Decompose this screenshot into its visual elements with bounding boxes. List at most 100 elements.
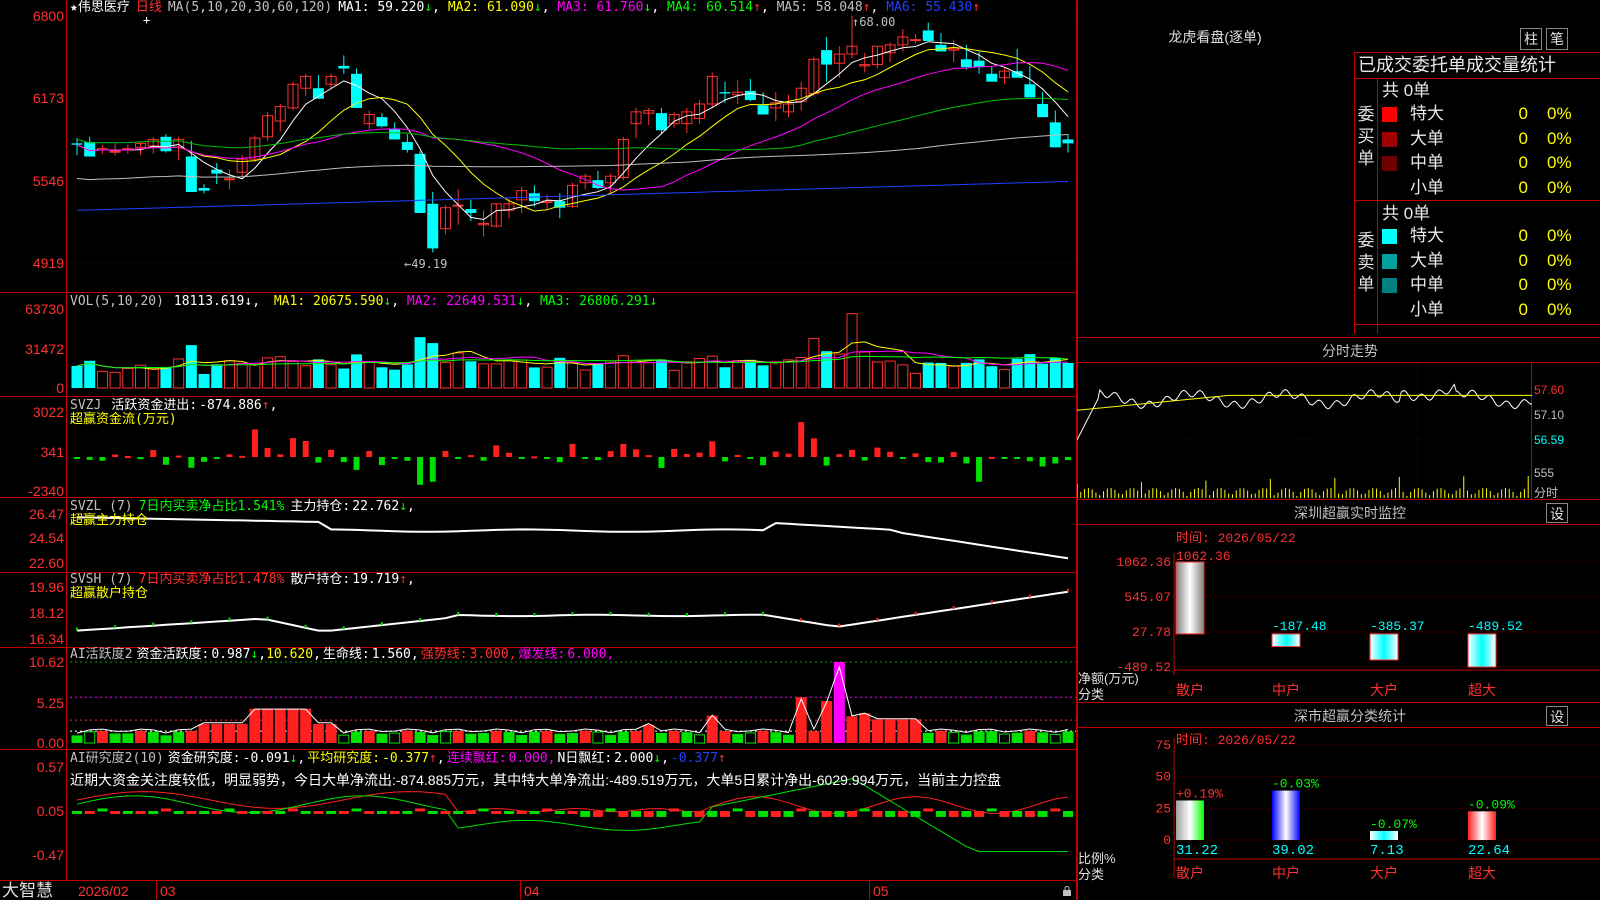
activity-bar bbox=[617, 731, 629, 743]
class-settings-button[interactable]: 设 bbox=[1546, 706, 1568, 726]
research-bar bbox=[84, 811, 95, 814]
research-bar bbox=[847, 811, 858, 817]
svzj-axis-label: 3022 bbox=[32, 404, 64, 420]
flow-bar bbox=[251, 429, 258, 457]
volume-bar bbox=[655, 359, 667, 388]
candle-body bbox=[1062, 139, 1074, 144]
sz-category: 中户 bbox=[1272, 682, 1300, 698]
flow-bar bbox=[455, 457, 462, 459]
volume-bar bbox=[592, 363, 604, 388]
sz-settings-button[interactable]: 设 bbox=[1546, 503, 1568, 523]
avg-research-label: 平均研究度: bbox=[307, 751, 381, 766]
candle-body bbox=[744, 90, 756, 101]
class-stat-title: 深市超赢分类统计 bbox=[1294, 708, 1406, 724]
activity-bar bbox=[147, 731, 159, 743]
activity-bar bbox=[821, 701, 833, 743]
flow-bar bbox=[366, 451, 373, 457]
activity-bar bbox=[516, 734, 528, 743]
sell-order-swatch bbox=[1382, 278, 1397, 293]
class-bar bbox=[1272, 790, 1300, 840]
candle-body bbox=[198, 188, 210, 191]
app-logo[interactable]: 大智慧 bbox=[2, 882, 53, 900]
activity-bar bbox=[223, 723, 235, 743]
sz-monitor-title: 深圳超赢实时监控 bbox=[1294, 505, 1406, 521]
volume-bar bbox=[770, 361, 782, 389]
flow-bar bbox=[480, 457, 487, 461]
bar-mode-button[interactable]: 柱 bbox=[1520, 28, 1542, 50]
research-bar bbox=[643, 811, 654, 817]
svsh-subtitle: 超赢散户持仓 bbox=[70, 586, 149, 601]
svsh-arrow: ↑ bbox=[399, 572, 408, 587]
research-bar bbox=[262, 811, 273, 814]
retail-tick bbox=[495, 612, 498, 616]
ai-active-text: 资金活跃度: bbox=[136, 647, 210, 662]
flow-bar bbox=[175, 455, 182, 458]
flow-bar bbox=[671, 448, 678, 457]
last-value: -0.377 bbox=[670, 751, 718, 766]
trading-terminal: ★伟思医疗 日线 MA(5,10,20,30,60,120) MA1: 59.220↓… bbox=[0, 0, 1600, 900]
ma-value: 59.220 bbox=[377, 0, 425, 15]
flow-bar bbox=[912, 453, 919, 457]
flow-bar bbox=[937, 457, 944, 463]
activity-bar bbox=[960, 734, 972, 743]
retail-tick bbox=[1067, 588, 1069, 592]
flow-bar bbox=[201, 457, 208, 462]
activity-bar bbox=[338, 734, 350, 744]
retail-tick bbox=[609, 611, 612, 615]
svsh-text: 散户持仓: bbox=[290, 572, 351, 587]
date-axis-label: 2026/02 bbox=[78, 883, 129, 899]
buy-order-count: 0 bbox=[1518, 128, 1528, 148]
candle-body bbox=[160, 136, 172, 152]
flow-bar bbox=[150, 450, 157, 457]
ma-label: MA2: bbox=[447, 0, 487, 15]
volume-bar bbox=[109, 371, 121, 389]
svsh-value: 19.719 bbox=[352, 572, 400, 587]
activity-bar bbox=[770, 732, 782, 743]
research-bar bbox=[427, 811, 438, 814]
research-bar bbox=[808, 811, 819, 817]
activity-bar bbox=[465, 733, 477, 743]
volume-bar bbox=[198, 373, 210, 388]
class-category: 大户 bbox=[1370, 865, 1398, 881]
research-bar bbox=[402, 811, 413, 814]
retail-tick bbox=[685, 613, 688, 617]
flow-bar bbox=[289, 438, 296, 457]
activity-bar bbox=[694, 734, 706, 744]
strong-line-label: 强势线: bbox=[420, 647, 468, 662]
flow-bar bbox=[861, 457, 868, 461]
volume-bar bbox=[732, 360, 744, 389]
activity-bar bbox=[592, 731, 604, 744]
date-tick bbox=[869, 880, 870, 900]
volume-bar bbox=[821, 351, 833, 388]
buy-order-row: 大单 0 0% bbox=[1382, 127, 1598, 151]
activity-bar bbox=[1037, 732, 1049, 743]
retail-tick bbox=[723, 612, 726, 616]
activity-bar bbox=[935, 730, 947, 743]
avg-research-value: -0.377 bbox=[382, 751, 430, 766]
activity-bar bbox=[414, 731, 426, 743]
research-bar bbox=[122, 811, 133, 814]
research-bar bbox=[516, 811, 527, 814]
pen-mode-button[interactable]: 笔 bbox=[1546, 28, 1568, 50]
sell-order-count: 0 bbox=[1518, 250, 1528, 270]
security-name[interactable]: ★伟思医疗 bbox=[70, 0, 130, 15]
svzl-axis-label: 22.60 bbox=[28, 555, 64, 571]
buy-order-swatch bbox=[1382, 156, 1397, 171]
research-bar bbox=[1012, 811, 1023, 817]
ma-arrow: ↓ bbox=[424, 0, 433, 15]
vol-ma-label: MA3: bbox=[532, 294, 580, 309]
retail-tick bbox=[266, 616, 269, 620]
flow-bar bbox=[391, 457, 398, 459]
buy-order-pct: 0% bbox=[1547, 128, 1572, 148]
class-xlabel: 分类 bbox=[1078, 867, 1105, 882]
price-axis-label: 5546 bbox=[32, 173, 64, 189]
vol-ma-label: MA2: bbox=[399, 294, 447, 309]
class-ratio-chart: 75 50 25 0 +0.19% 31.22 散户 -0.03% 39.02 中户 -0.07% 7… bbox=[1155, 738, 1600, 881]
research-bar bbox=[656, 811, 667, 817]
lock-icon[interactable] bbox=[1062, 884, 1072, 896]
intraday-chart[interactable] bbox=[1077, 363, 1532, 499]
research-bar bbox=[986, 808, 997, 812]
flow-bar bbox=[1001, 457, 1008, 459]
class-bar bbox=[1468, 811, 1496, 840]
research-bar bbox=[199, 811, 210, 814]
